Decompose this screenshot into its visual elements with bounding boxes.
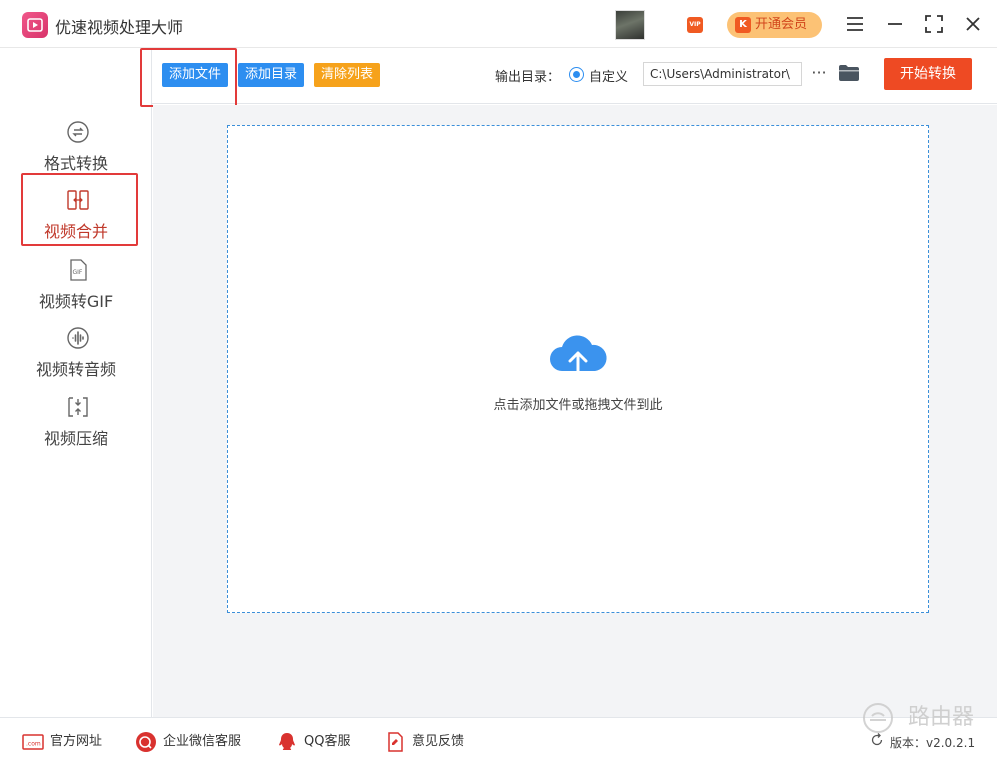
- close-icon[interactable]: [961, 12, 985, 36]
- compress-icon: [68, 397, 88, 417]
- toolbar: 添加文件 添加目录 清除列表 输出目录： 自定义 ··· 开始转换: [152, 48, 997, 104]
- app-logo-icon: [22, 12, 48, 38]
- sidebar-item-label: 视频转GIF: [38, 292, 114, 311]
- maximize-icon[interactable]: [922, 12, 946, 36]
- file-drop-zone[interactable]: 点击添加文件或拖拽文件到此: [227, 125, 929, 613]
- minimize-icon[interactable]: [883, 12, 907, 36]
- gif-icon: GIF: [70, 259, 87, 281]
- title-bar: 优速视频处理大师 VIP K 开通会员: [0, 0, 997, 48]
- footer-link-label: 企业微信客服: [163, 734, 242, 749]
- website-badge-text: .com: [26, 741, 41, 748]
- sidebar-item-video-to-audio[interactable]: 视频转音频: [22, 318, 138, 388]
- sidebar-item-label: 格式转换: [43, 154, 108, 173]
- watermark-text: 路由器: [908, 705, 975, 730]
- watermark: 路由器: [858, 702, 988, 734]
- sidebar-item-video-compress[interactable]: 视频压缩: [22, 387, 138, 457]
- main-area: 点击添加文件或拖拽文件到此: [153, 105, 997, 717]
- svg-text:GIF: GIF: [73, 269, 83, 276]
- add-directory-button[interactable]: 添加目录: [238, 63, 305, 87]
- version-text: 版本：v2.0.2.1: [890, 736, 976, 750]
- custom-radio[interactable]: [569, 67, 584, 82]
- vip-icon[interactable]: VIP: [687, 17, 703, 33]
- highlight-box-video-merge: [21, 173, 138, 246]
- start-convert-button[interactable]: 开始转换: [884, 58, 972, 90]
- sidebar-item-format-convert[interactable]: 格式转换: [22, 112, 138, 182]
- version-info: 版本：v2.0.2.1: [870, 733, 976, 751]
- member-icon: K: [735, 17, 751, 33]
- router-logo-icon: [863, 703, 893, 733]
- sidebar-item-video-to-gif[interactable]: GIF 视频转GIF: [22, 250, 138, 320]
- qq-icon: [279, 733, 295, 750]
- member-label: 开通会员: [755, 17, 808, 32]
- custom-radio-label[interactable]: 自定义: [589, 66, 628, 85]
- app-title: 优速视频处理大师: [55, 18, 184, 37]
- menu-icon[interactable]: [843, 12, 867, 36]
- highlight-box-add-file: [140, 48, 237, 107]
- output-path-input[interactable]: [643, 62, 802, 86]
- feedback-icon: [388, 732, 403, 752]
- feedback-link[interactable]: 意见反馈: [384, 731, 464, 753]
- user-avatar[interactable]: [615, 10, 645, 40]
- official-website-link[interactable]: .com 官方网址: [22, 731, 102, 753]
- sidebar-item-label: 视频转音频: [35, 360, 116, 379]
- format-convert-icon: [67, 121, 89, 143]
- open-membership-button[interactable]: K 开通会员: [727, 12, 822, 38]
- sidebar-item-label: 视频压缩: [43, 429, 108, 448]
- folder-icon[interactable]: [838, 64, 860, 86]
- sidebar: 格式转换 视频合并 GIF 视频转GIF 视频转音频 视频压缩: [0, 48, 152, 717]
- footer-link-label: 官方网址: [50, 734, 103, 749]
- website-icon: .com: [22, 734, 44, 750]
- audio-icon: [67, 327, 89, 349]
- wechat-icon: [136, 732, 156, 752]
- cloud-upload-icon: [550, 335, 607, 385]
- more-options-button[interactable]: ···: [809, 62, 829, 86]
- qq-service-link[interactable]: QQ客服: [276, 731, 350, 753]
- output-directory-label: 输出目录：: [495, 70, 561, 85]
- footer: .com 官方网址 企业微信客服 QQ客服 意见反馈 版本：v2.0.2.1: [0, 717, 997, 765]
- drop-hint-text: 点击添加文件或拖拽文件到此: [493, 398, 663, 413]
- refresh-icon: [871, 733, 883, 746]
- footer-link-label: QQ客服: [304, 734, 351, 749]
- clear-list-button[interactable]: 清除列表: [314, 63, 381, 87]
- footer-link-label: 意见反馈: [412, 734, 465, 749]
- wechat-service-link[interactable]: 企业微信客服: [135, 731, 241, 753]
